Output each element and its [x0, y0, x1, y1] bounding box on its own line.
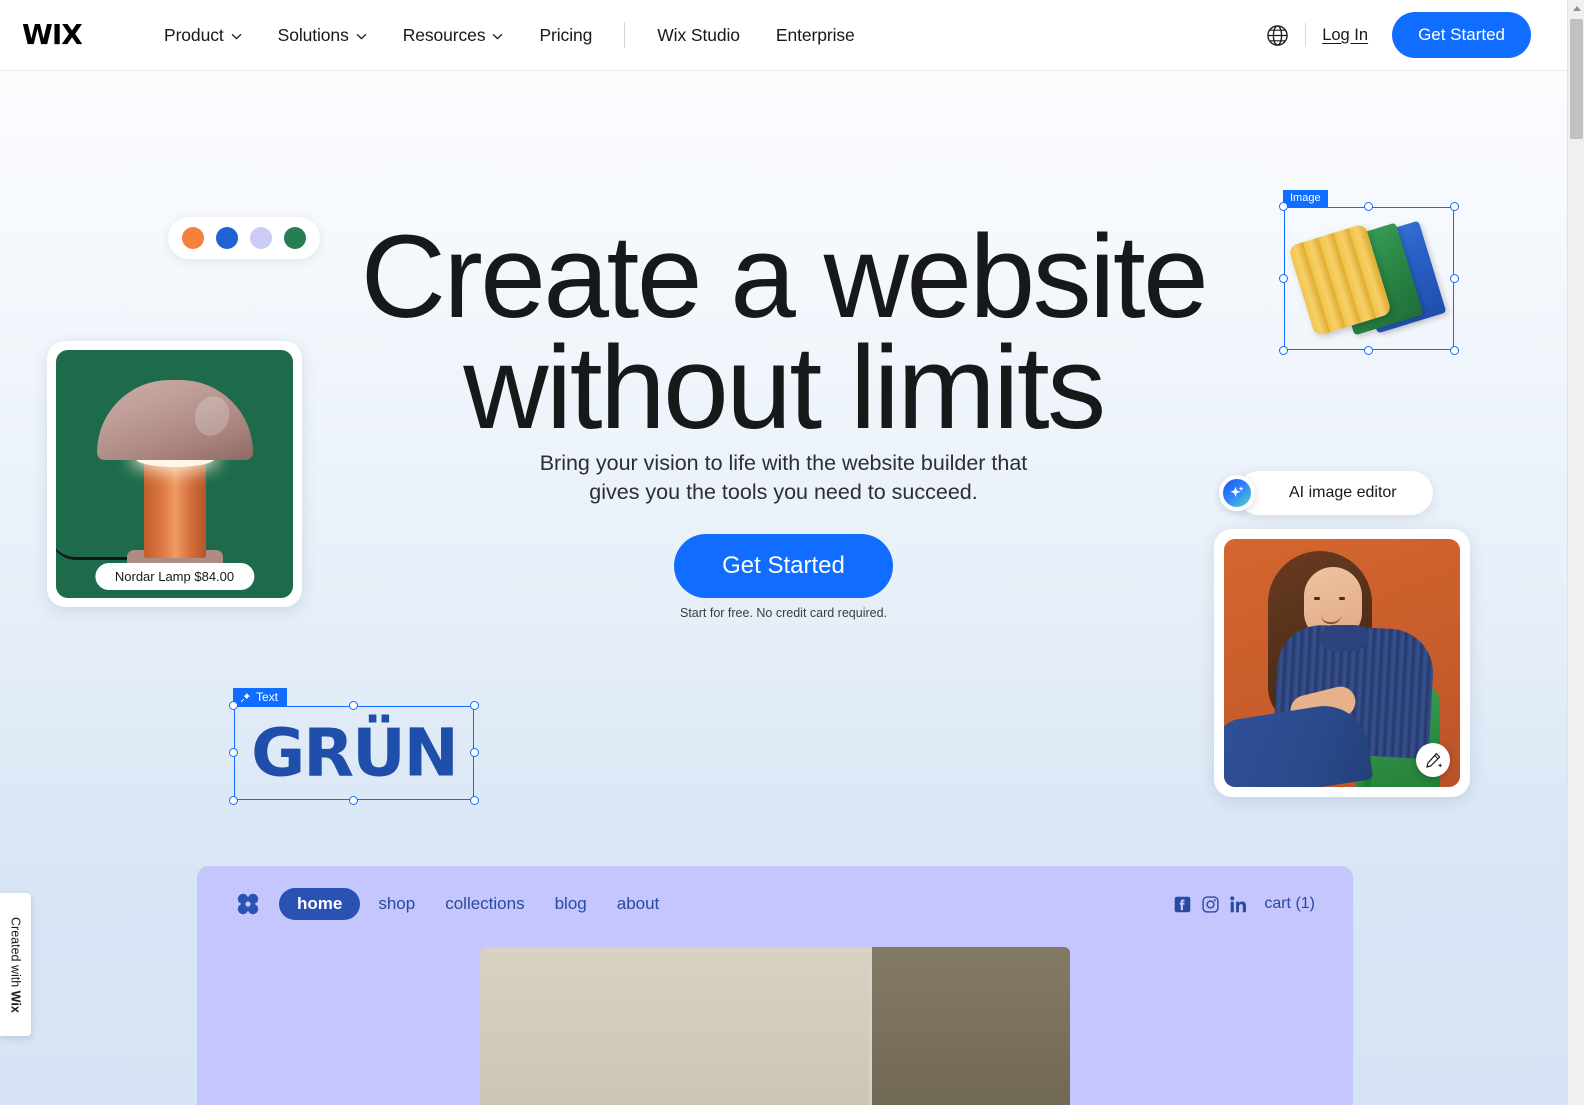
- preview-link-blog[interactable]: blog: [543, 889, 599, 919]
- pin-icon: [240, 692, 250, 702]
- selection-outline: [1284, 207, 1454, 350]
- preview-hero-image: [480, 947, 1070, 1105]
- editor-selection-image[interactable]: Image: [1279, 190, 1459, 355]
- globe-icon[interactable]: [1266, 24, 1289, 47]
- preview-link-about[interactable]: about: [605, 889, 672, 919]
- selection-outline: [234, 706, 474, 800]
- nav-item-label: Enterprise: [775, 24, 855, 45]
- preview-hero-right-panel: [869, 947, 1070, 1105]
- resize-handle-bottom-left[interactable]: [229, 796, 238, 805]
- wix-logo[interactable]: WIX: [22, 18, 92, 52]
- nav-item-enterprise[interactable]: Enterprise: [758, 17, 873, 54]
- resize-handle-middle-right[interactable]: [1450, 273, 1459, 283]
- page-scrollbar[interactable]: [1567, 0, 1584, 1105]
- resize-handle-bottom-center[interactable]: [1364, 346, 1373, 355]
- selection-badge-image: Image: [1283, 190, 1328, 207]
- nav-item-solutions[interactable]: Solutions: [260, 17, 385, 54]
- site-preview: home shop collections blog about cart (1…: [197, 866, 1353, 1105]
- chevron-down-icon: [493, 33, 503, 39]
- ai-image-editor-label: AI image editor: [1237, 471, 1433, 515]
- created-with-wix-tab[interactable]: Created with Wix: [0, 893, 31, 1036]
- nav-item-label: Resources: [402, 24, 486, 45]
- ai-edit-button[interactable]: [1416, 743, 1450, 777]
- nav-item-wix-studio[interactable]: Wix Studio: [639, 17, 758, 54]
- nav-item-label: Wix Studio: [657, 24, 740, 45]
- hero-section: Nordar Lamp $84.00 Create a website with…: [0, 71, 1567, 1105]
- header-divider: [1305, 23, 1307, 47]
- sparkle-icon: [1219, 475, 1255, 511]
- ai-image-editor-pill[interactable]: AI image editor: [1219, 471, 1433, 515]
- preview-cart-link[interactable]: cart (1): [1264, 895, 1315, 913]
- model-turtleneck: [1320, 625, 1368, 651]
- resize-handle-middle-left[interactable]: [1279, 273, 1288, 283]
- site-header: WIX Product Solutions Resources Pricing …: [0, 0, 1567, 71]
- resize-handle-bottom-right[interactable]: [1450, 346, 1459, 355]
- resize-handle-top-center[interactable]: [1364, 202, 1373, 211]
- svg-text:WIX: WIX: [22, 20, 83, 50]
- nav-item-pricing[interactable]: Pricing: [521, 17, 610, 54]
- preview-nav-links: home shop collections blog about: [279, 888, 671, 920]
- flower-logo-icon[interactable]: [235, 891, 261, 917]
- wix-brand: Wix: [8, 990, 23, 1013]
- resize-handle-middle-left[interactable]: [229, 748, 238, 757]
- model-eye-right: [1339, 597, 1345, 600]
- resize-handle-bottom-right[interactable]: [470, 796, 479, 805]
- header-actions: Log In Get Started: [1266, 12, 1567, 58]
- sparkle-glyph-icon: [1230, 486, 1244, 497]
- nav-item-label: Solutions: [277, 24, 349, 45]
- pencil-sparkle-icon: [1425, 752, 1442, 768]
- created-with-wix-label: Created with Wix: [9, 917, 23, 1013]
- nav-item-resources[interactable]: Resources: [385, 17, 522, 54]
- resize-handle-top-left[interactable]: [229, 701, 238, 710]
- model-photo-card[interactable]: [1214, 529, 1470, 797]
- scrollbar-up-arrow[interactable]: [1568, 0, 1584, 17]
- selection-badge-label: Text: [256, 690, 279, 704]
- preview-hero-left-panel: [480, 947, 870, 1105]
- nav-item-label: Product: [164, 24, 224, 45]
- preview-nav: home shop collections blog about cart (1…: [197, 888, 1353, 920]
- preview-link-shop[interactable]: shop: [366, 889, 427, 919]
- wix-logo-icon: WIX: [22, 20, 84, 50]
- preview-nav-right: cart (1): [1174, 895, 1315, 913]
- main-nav: Product Solutions Resources Pricing Wix …: [146, 17, 873, 54]
- get-started-button-hero[interactable]: Get Started: [674, 534, 893, 598]
- resize-handle-middle-right[interactable]: [470, 748, 479, 757]
- resize-handle-bottom-center[interactable]: [349, 796, 358, 805]
- linkedin-icon[interactable]: [1230, 895, 1247, 913]
- log-in-link[interactable]: Log In: [1322, 26, 1368, 45]
- nav-item-label: Pricing: [539, 24, 593, 45]
- preview-link-home[interactable]: home: [279, 888, 361, 920]
- chevron-down-icon: [356, 33, 367, 39]
- scrollbar-thumb[interactable]: [1570, 19, 1583, 139]
- preview-link-collections[interactable]: collections: [433, 889, 536, 919]
- resize-handle-top-right[interactable]: [470, 701, 479, 710]
- resize-handle-top-center[interactable]: [349, 701, 358, 710]
- instagram-icon[interactable]: [1202, 895, 1219, 913]
- resize-handle-top-right[interactable]: [1450, 202, 1459, 211]
- model-photo: [1224, 539, 1460, 787]
- resize-handle-bottom-left[interactable]: [1279, 346, 1288, 355]
- nav-item-product[interactable]: Product: [146, 17, 260, 54]
- get-started-button-header[interactable]: Get Started: [1392, 12, 1531, 58]
- selection-badge-text: Text: [233, 688, 288, 707]
- model-eye-left: [1314, 597, 1320, 600]
- chevron-down-icon: [231, 33, 242, 39]
- page-root: WIX Product Solutions Resources Pricing …: [0, 0, 1584, 1105]
- created-with-prefix: Created with: [8, 916, 23, 991]
- resize-handle-top-left[interactable]: [1279, 202, 1288, 211]
- editor-selection-text[interactable]: GRÜN Text: [229, 688, 479, 805]
- facebook-icon[interactable]: [1174, 896, 1191, 913]
- nav-divider: [624, 22, 626, 48]
